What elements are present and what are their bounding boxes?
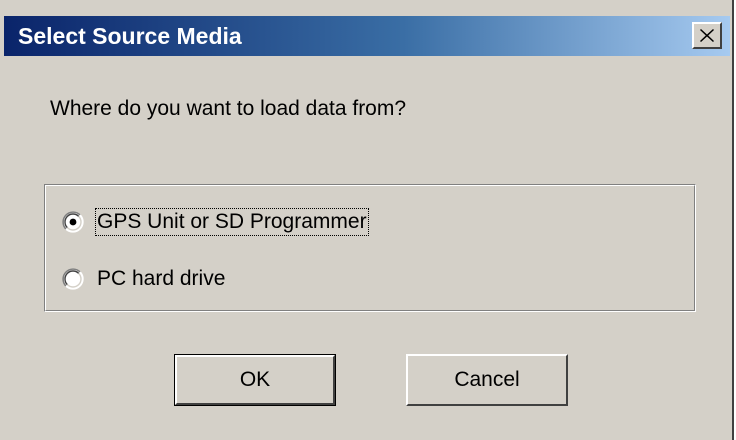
radio-option-pc-hard-drive[interactable]: PC hard drive: [62, 264, 226, 294]
radio-label-pc-hard-drive[interactable]: PC hard drive: [96, 266, 226, 292]
prompt-text: Where do you want to load data from?: [50, 97, 407, 120]
window-title: Select Source Media: [18, 23, 242, 49]
radio-selected-icon: [62, 211, 84, 233]
ok-button-label: OK: [239, 368, 271, 391]
close-icon: [700, 29, 714, 42]
ok-button[interactable]: OK: [174, 354, 336, 406]
radio-unselected-icon: [62, 268, 84, 290]
title-bar[interactable]: Select Source Media: [4, 16, 730, 56]
cancel-button-label: Cancel: [454, 368, 520, 391]
select-source-media-dialog: Select Source Media Where do you want to…: [0, 0, 734, 440]
radio-button-gps-unit[interactable]: [62, 211, 84, 233]
radio-option-gps-unit[interactable]: GPS Unit or SD Programmer: [62, 207, 369, 237]
radio-button-pc-hard-drive[interactable]: [62, 268, 84, 290]
close-button[interactable]: [692, 22, 722, 49]
radio-label-gps-unit[interactable]: GPS Unit or SD Programmer: [95, 208, 369, 236]
cancel-button[interactable]: Cancel: [406, 354, 568, 406]
